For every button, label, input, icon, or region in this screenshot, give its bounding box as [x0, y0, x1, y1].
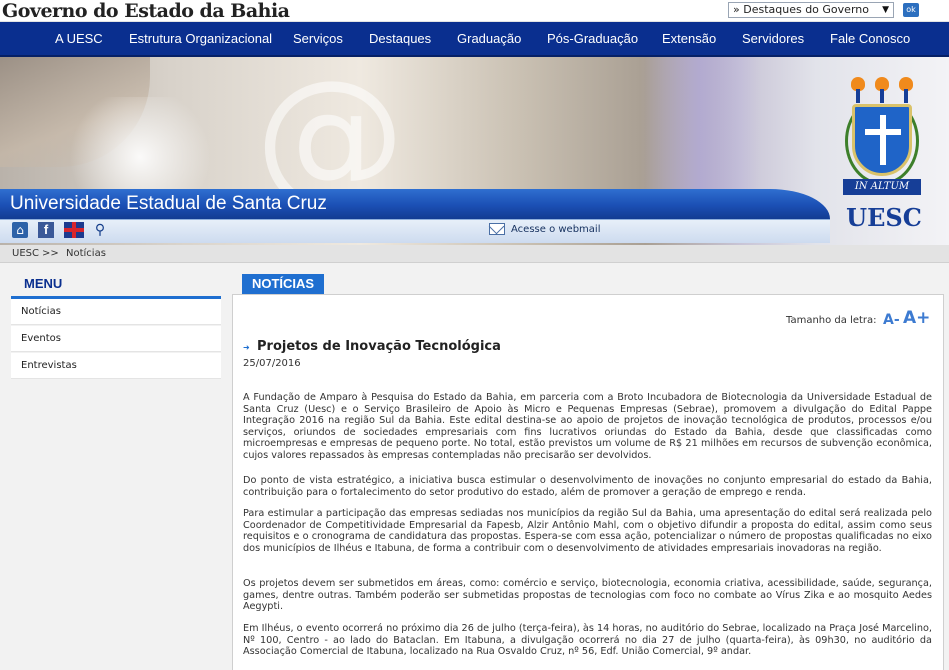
- torch-icon: [897, 77, 915, 103]
- sidebar-item-label: Notícias: [21, 306, 61, 317]
- shield-icon: [852, 104, 912, 176]
- sidebar-item-eventos[interactable]: Eventos: [11, 326, 221, 352]
- nav-item-extensao[interactable]: Extensão: [662, 22, 716, 55]
- university-crest[interactable]: IN ALTUM UESC: [835, 77, 945, 245]
- header-banner: @ Universidade Estadual de Santa Cruz ⌂ …: [0, 57, 949, 245]
- nav-item-graduacao[interactable]: Graduação: [457, 22, 521, 55]
- main-nav: A UESC Estrutura Organizacional Serviços…: [0, 22, 949, 57]
- sidebar-item-label: Eventos: [21, 333, 61, 344]
- article-paragraph: Para estimular a participação das empres…: [243, 508, 932, 554]
- webmail-link[interactable]: Acesse o webmail: [511, 222, 600, 238]
- article-title: Projetos de Inovação Tecnológica: [257, 339, 501, 354]
- breadcrumb-home[interactable]: UESC: [12, 245, 39, 263]
- government-bar: Governo do Estado da Bahia » Destaques d…: [0, 0, 949, 22]
- search-icon[interactable]: ⚲: [92, 222, 108, 238]
- government-title[interactable]: Governo do Estado da Bahia: [2, 0, 290, 22]
- article-date: 25/07/2016: [243, 358, 301, 369]
- home-icon[interactable]: ⌂: [12, 222, 28, 238]
- article-paragraph: Do ponto de vista estratégico, a iniciat…: [243, 475, 932, 498]
- sidebar-item-entrevistas[interactable]: Entrevistas: [11, 353, 221, 379]
- nav-item-fale-conosco[interactable]: Fale Conosco: [830, 22, 910, 55]
- nav-item-estrutura-organizacional[interactable]: Estrutura Organizacional: [129, 22, 272, 55]
- crest-acronym: UESC: [846, 203, 922, 232]
- breadcrumb-current: Notícias: [66, 248, 106, 259]
- sidebar-title: MENU: [24, 276, 63, 291]
- crest-motto: IN ALTUM: [843, 179, 921, 195]
- mail-icon[interactable]: [489, 223, 505, 235]
- arrow-right-icon: ➜: [243, 343, 250, 352]
- university-name[interactable]: Universidade Estadual de Santa Cruz: [10, 191, 327, 217]
- chevron-down-icon: ▼: [882, 5, 889, 15]
- ok-button[interactable]: ok: [903, 3, 919, 17]
- nav-item-servidores[interactable]: Servidores: [742, 22, 804, 55]
- nav-item-servicos[interactable]: Serviços: [293, 22, 343, 55]
- nav-item-pos-graduacao[interactable]: Pós-Graduação: [547, 22, 638, 55]
- breadcrumb: UESC >> Notícias: [0, 245, 949, 263]
- article-paragraph: Em Ilhéus, o evento ocorrerá no próximo …: [243, 623, 932, 657]
- page: Governo do Estado da Bahia » Destaques d…: [0, 0, 949, 670]
- nav-item-a-uesc[interactable]: A UESC: [55, 22, 103, 55]
- toolbar-band: [0, 219, 830, 243]
- highlights-select-value: » Destaques do Governo: [733, 3, 869, 16]
- font-increase-button[interactable]: A+: [903, 308, 930, 328]
- article-paragraph: A Fundação de Amparo à Pesquisa do Estad…: [243, 392, 932, 461]
- torch-icon: [849, 77, 867, 103]
- content-section-tab: NOTÍCIAS: [242, 274, 324, 294]
- sidebar-item-noticias[interactable]: Notícias: [11, 299, 221, 325]
- font-size-label: Tamanho da letra:: [786, 315, 877, 326]
- article-paragraph: Os projetos devem ser submetidos em área…: [243, 578, 932, 612]
- english-flag-icon[interactable]: [64, 222, 84, 238]
- banner-streak-graphic: [640, 57, 760, 207]
- government-highlights-select[interactable]: » Destaques do Governo ▼: [728, 2, 894, 18]
- sidebar-item-label: Entrevistas: [21, 360, 77, 371]
- nav-item-destaques[interactable]: Destaques: [369, 22, 431, 55]
- font-decrease-button[interactable]: A-: [883, 311, 900, 329]
- breadcrumb-separator: >>: [42, 248, 59, 259]
- facebook-icon[interactable]: f: [38, 222, 54, 238]
